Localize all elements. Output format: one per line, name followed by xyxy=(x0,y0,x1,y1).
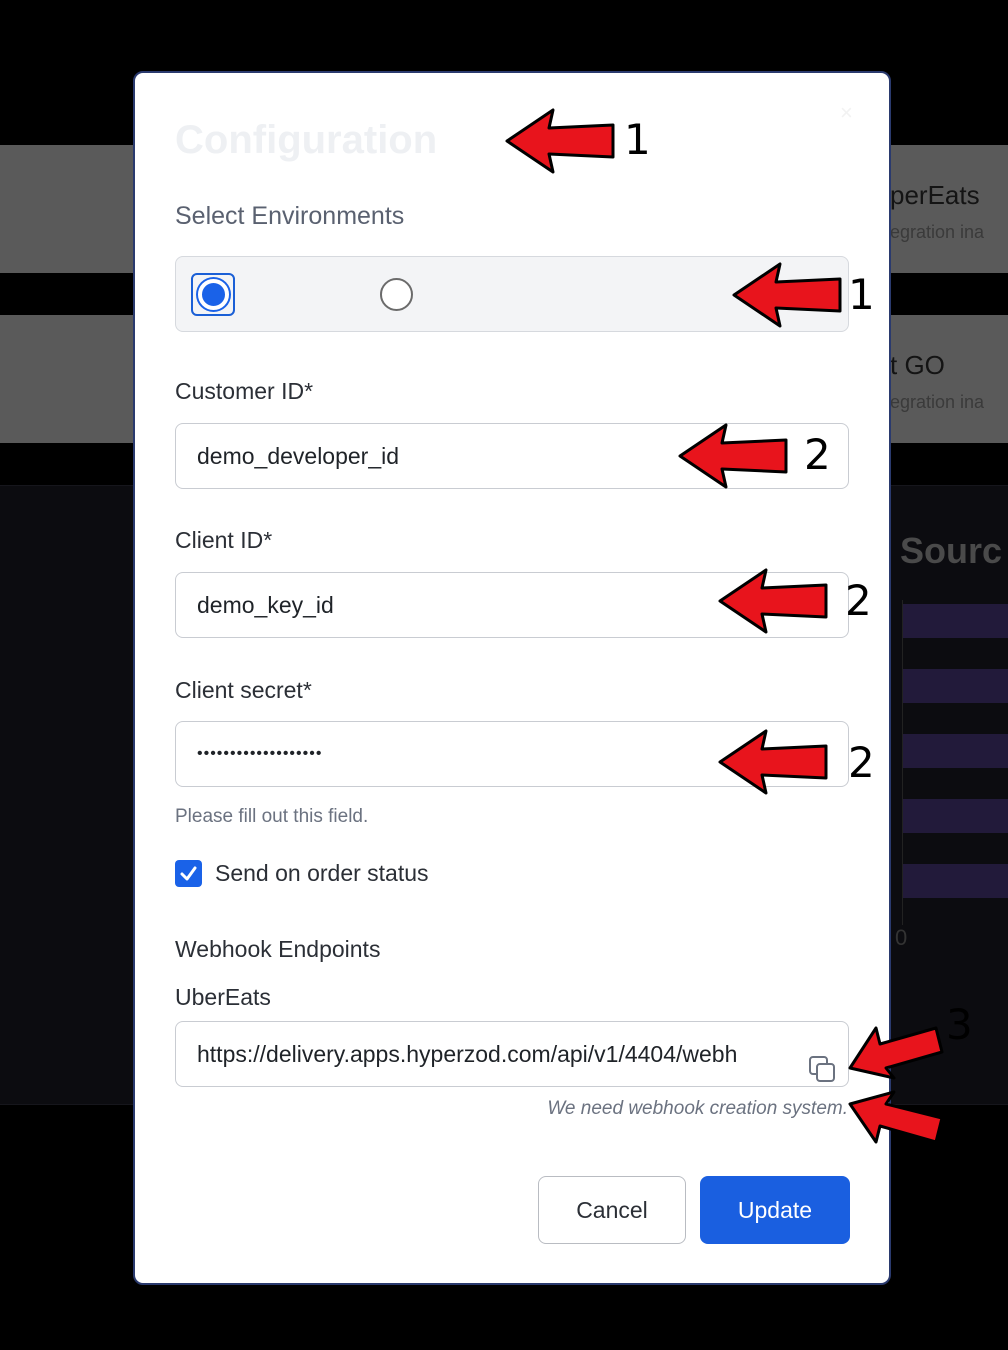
client-secret-label: Client secret* xyxy=(175,677,312,703)
environment-radio-unselected[interactable] xyxy=(380,278,413,311)
bg-card2-subtitle: egration ina xyxy=(890,392,985,412)
cancel-button[interactable]: Cancel xyxy=(538,1176,686,1244)
background-chart-bar xyxy=(903,669,1008,703)
ubereats-webhook-url-input[interactable]: https://delivery.apps.hyperzod.com/api/v… xyxy=(175,1021,849,1087)
annotation-number: 2 xyxy=(804,430,831,479)
background-chart-bar xyxy=(903,799,1008,833)
bg-card1-subtitle: egration ina xyxy=(890,222,985,242)
select-environments-label: Select Environments xyxy=(175,202,405,230)
annotation-arrow-icon xyxy=(718,729,828,795)
annotation-number: 1 xyxy=(848,270,875,319)
send-on-order-status-label: Send on order status xyxy=(215,860,429,886)
background-chart-bar xyxy=(903,864,1008,898)
bg-card1-title: perEats xyxy=(890,180,980,210)
copy-icon[interactable] xyxy=(808,1055,838,1085)
annotation-arrow-icon xyxy=(732,262,842,328)
modal-title: Configuration xyxy=(175,118,438,162)
annotation-arrow-icon xyxy=(848,1090,944,1144)
ubereats-label: UberEats xyxy=(175,984,271,1010)
background-axis-zero: 0 xyxy=(895,925,908,950)
annotation-arrow-icon xyxy=(678,423,788,489)
annotation-number: 1 xyxy=(624,115,651,164)
annotation-number: 3 xyxy=(946,1000,973,1049)
annotation-arrow-icon xyxy=(718,568,828,634)
annotation-number: 2 xyxy=(848,738,875,787)
webhook-endpoints-heading: Webhook Endpoints xyxy=(175,936,381,962)
send-on-order-status-checkbox[interactable] xyxy=(175,860,202,887)
background-chart-bar xyxy=(903,604,1008,638)
client-id-label: Client ID* xyxy=(175,527,273,553)
customer-id-label: Customer ID* xyxy=(175,378,314,404)
background-chart-bar xyxy=(903,734,1008,768)
update-button[interactable]: Update xyxy=(700,1176,850,1244)
annotation-arrow-icon xyxy=(848,1026,944,1080)
webhook-note: We need webhook creation system. xyxy=(547,1098,848,1119)
annotation-number: 2 xyxy=(845,576,872,625)
annotation-number: 4 xyxy=(946,1118,973,1167)
checkmark-icon xyxy=(180,866,197,881)
close-icon[interactable]: × xyxy=(840,100,853,126)
background-section-heading: Sourc xyxy=(900,530,1003,571)
environment-radio-selected[interactable] xyxy=(191,273,235,316)
bg-card2-title: t GO xyxy=(890,350,945,380)
radio-dot-icon xyxy=(198,279,229,310)
annotation-arrow-icon xyxy=(505,108,615,174)
validation-hint: Please fill out this field. xyxy=(175,806,369,827)
